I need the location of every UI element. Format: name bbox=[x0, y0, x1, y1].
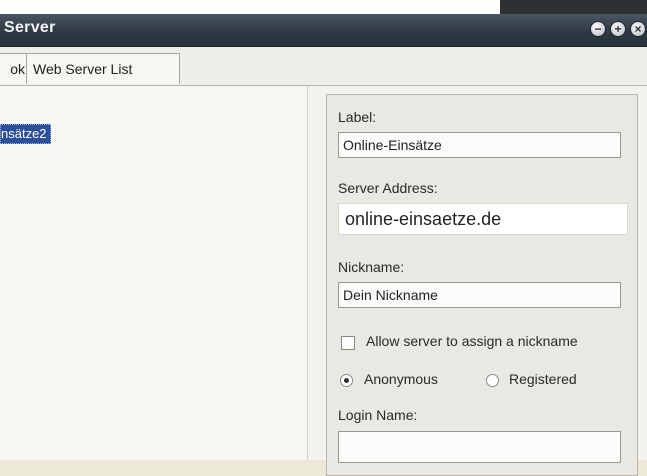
nickname-label: Nickname: bbox=[338, 259, 405, 275]
label-label: Label: bbox=[338, 109, 377, 125]
login-name-field[interactable] bbox=[338, 431, 621, 463]
allow-assign-nickname-checkbox[interactable] bbox=[341, 336, 355, 350]
dialog-content: nsätze2 Label: Online-Einsätze Server Ad… bbox=[0, 86, 647, 476]
window-title: Server bbox=[4, 19, 56, 36]
tab-web-server-list[interactable]: Web Server List bbox=[26, 53, 180, 84]
server-address-field[interactable]: online-einsaetze.de bbox=[338, 203, 628, 235]
close-icon[interactable] bbox=[631, 21, 645, 37]
window-titlebar[interactable]: Server bbox=[0, 14, 647, 47]
server-list-item-selected[interactable]: nsätze2 bbox=[0, 124, 51, 144]
registered-label: Registered bbox=[509, 371, 577, 387]
background-strip bbox=[0, 0, 647, 14]
login-name-label: Login Name: bbox=[338, 407, 418, 423]
server-details-panel: Label: Online-Einsätze Server Address: o… bbox=[326, 94, 638, 476]
tab-label: Web Server List bbox=[33, 61, 133, 77]
server-list[interactable]: nsätze2 bbox=[0, 86, 308, 460]
tab-bar: ok Web Server List bbox=[0, 47, 647, 86]
nickname-field[interactable]: Dein Nickname bbox=[338, 282, 621, 308]
server-address-label: Server Address: bbox=[338, 180, 438, 196]
label-field[interactable]: Online-Einsätze bbox=[338, 132, 621, 158]
minimize-icon[interactable] bbox=[591, 21, 605, 37]
allow-assign-nickname-label: Allow server to assign a nickname bbox=[366, 333, 578, 349]
tab-label: ok bbox=[10, 61, 25, 77]
background-image-fragment bbox=[500, 0, 647, 14]
anonymous-label: Anonymous bbox=[364, 371, 438, 387]
anonymous-radio[interactable] bbox=[340, 374, 353, 387]
registered-radio[interactable] bbox=[486, 374, 499, 387]
maximize-icon[interactable] bbox=[611, 21, 625, 37]
